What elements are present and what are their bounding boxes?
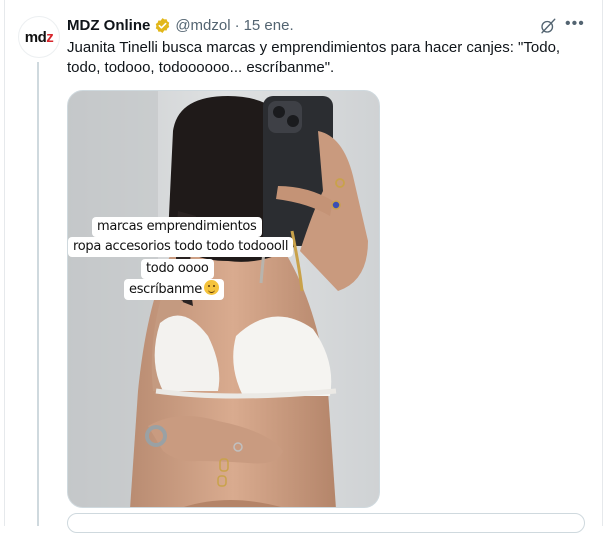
thread-line — [37, 62, 39, 526]
meta-separator: · — [234, 16, 240, 34]
grinning-emoji-icon — [204, 280, 219, 295]
story-caption-line-1: marcas emprendimientos — [92, 217, 262, 237]
avatar-logo-text: md — [24, 28, 47, 46]
author-handle[interactable]: @mdzol — [175, 17, 230, 34]
tweet-photo[interactable]: marcas emprendimientos ropa accesorios t… — [67, 90, 380, 508]
next-tweet-card[interactable] — [67, 513, 585, 533]
tweet-date[interactable]: 15 ene. — [244, 17, 294, 34]
story-caption-line-4: escríbanme — [124, 279, 224, 300]
tweet-text: Juanita Tinelli busca marcas y emprendim… — [67, 39, 561, 76]
tweet-header: MDZ Online @mdzol · 15 ene. — [67, 15, 294, 35]
story-caption-line-3: todo oooo — [141, 259, 214, 279]
story-caption-line-2: ropa accesorios todo todo todoooll — [68, 237, 294, 257]
avatar-logo-accent: z — [46, 28, 54, 46]
photo-illustration — [68, 91, 379, 507]
author-name[interactable]: MDZ Online — [67, 17, 150, 34]
grok-icon[interactable] — [539, 17, 557, 35]
more-icon[interactable]: ••• — [565, 16, 584, 34]
verified-badge-icon[interactable] — [154, 17, 171, 34]
avatar[interactable]: md z — [18, 16, 60, 58]
